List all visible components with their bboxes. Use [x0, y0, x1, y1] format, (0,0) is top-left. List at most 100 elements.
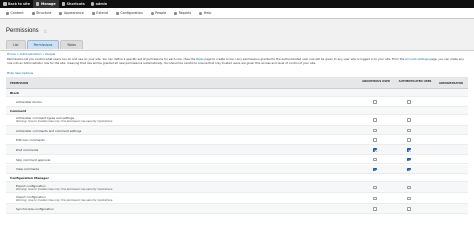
- checkbox-authenticated[interactable]: [407, 148, 411, 152]
- tray-label: Reports: [178, 11, 192, 15]
- checkbox-anonymous[interactable]: [373, 118, 377, 122]
- tray-label: Appearance: [63, 11, 84, 15]
- tray-label: People: [155, 11, 167, 15]
- column-header-authenticated: AUTHENTICATED USER: [398, 80, 432, 83]
- checkbox-anonymous[interactable]: [373, 185, 377, 190]
- tray-label: Structure: [36, 11, 52, 15]
- toolbar-manage[interactable]: Manage: [32, 0, 59, 8]
- toolbar-label: Shortcuts: [66, 2, 85, 6]
- back-arrow-icon: [3, 2, 7, 6]
- checkbox-anonymous[interactable]: [373, 196, 377, 201]
- tab-roles[interactable]: Roles: [60, 40, 83, 49]
- tray-item-help[interactable]: Help: [195, 11, 215, 15]
- page-header: Permissions ☆ List Permissions Roles: [0, 19, 474, 51]
- tray-item-extend[interactable]: Extend: [88, 11, 112, 15]
- permission-label: Skip comment approval: [16, 157, 51, 162]
- star-icon: [61, 2, 66, 6]
- module-row: Configuration Manager: [6, 174, 468, 183]
- checkbox-anonymous[interactable]: [373, 138, 377, 143]
- permission-row: Import configuration Warning: Give to tru…: [6, 193, 468, 205]
- checkbox-anonymous[interactable]: [373, 157, 377, 162]
- tray-label: Extend: [96, 11, 108, 15]
- account-settings-link[interactable]: Account settings: [405, 57, 428, 61]
- checkbox-anonymous[interactable]: [373, 148, 377, 152]
- toolbar-user[interactable]: admin: [88, 0, 111, 8]
- wrench-icon: [115, 11, 119, 15]
- checkbox-authenticated[interactable]: [407, 100, 411, 104]
- permission-row: Administer blocks: [6, 97, 468, 107]
- permission-row: Export configuration Warning: Give to tru…: [6, 182, 468, 194]
- permissions-table-header: PERMISSION ANONYMOUS USER AUTHENTICATED …: [6, 77, 468, 89]
- checkbox-authenticated[interactable]: [407, 157, 411, 162]
- checkbox-anonymous[interactable]: [373, 100, 377, 104]
- breadcrumb[interactable]: Home » Administration » People: [7, 52, 55, 56]
- permission-row: Administer comments and comment settings: [6, 125, 468, 136]
- tab-list[interactable]: List: [6, 40, 26, 49]
- tray-item-structure[interactable]: Structure: [28, 11, 56, 15]
- toolbar-label: Back to site: [8, 2, 30, 6]
- toolbar-shortcuts[interactable]: Shortcuts: [59, 0, 88, 8]
- admin-toolbar: Back to site Manage Shortcuts admin: [0, 0, 474, 8]
- toolbar-label: admin: [95, 2, 108, 6]
- checkbox-anonymous[interactable]: [373, 207, 377, 211]
- reports-icon: [174, 11, 178, 15]
- permission-row: Post comments: [6, 145, 468, 155]
- permission-label: Administer comments and comment settings: [16, 128, 82, 133]
- tray-label: Content: [10, 11, 24, 15]
- tab-permissions[interactable]: Permissions: [26, 40, 60, 49]
- checkbox-anonymous[interactable]: [373, 167, 377, 172]
- permission-row: Edit own comments: [6, 135, 468, 146]
- tray-item-content[interactable]: Content: [2, 11, 28, 15]
- checkbox-authenticated[interactable]: [407, 138, 411, 143]
- module-name: Configuration Manager: [10, 176, 49, 181]
- module-row: Comment: [6, 106, 468, 115]
- checkbox-authenticated[interactable]: [407, 185, 411, 190]
- checkbox-authenticated[interactable]: [407, 118, 411, 122]
- extend-icon: [91, 11, 95, 15]
- checkbox-authenticated[interactable]: [407, 207, 411, 211]
- permission-label: Post comments: [16, 147, 39, 152]
- page-title: Permissions: [6, 28, 39, 34]
- module-name: Comment: [10, 108, 27, 113]
- permission-label: Administer blocks: [16, 99, 42, 104]
- checkbox-authenticated[interactable]: [407, 128, 411, 133]
- hide-descriptions-link[interactable]: Hide descriptions: [7, 71, 33, 75]
- intro-text: Permissions let you control what users c…: [7, 57, 465, 65]
- toolbar-label: Manage: [40, 2, 56, 6]
- user-icon: [90, 2, 95, 6]
- column-header-permission: PERMISSION: [10, 81, 29, 85]
- permission-row: Skip comment approval: [6, 155, 468, 165]
- module-name: Block: [10, 91, 20, 95]
- tray-label: Configuration: [120, 11, 143, 15]
- permission-row: Synchronize configuration: [6, 204, 468, 214]
- toolbar-back-to-site[interactable]: Back to site: [0, 0, 33, 8]
- permission-label: View comments: [16, 167, 40, 172]
- admin-tray: Content Structure Appearance Extend Conf…: [0, 8, 474, 19]
- permission-row: Administer comment types and settings War…: [6, 115, 468, 126]
- module-row: Block: [6, 89, 468, 97]
- tray-item-people[interactable]: People: [147, 11, 170, 15]
- appearance-icon: [59, 11, 63, 15]
- help-icon: [199, 11, 203, 15]
- column-header-administrator: ADMINISTRATOR: [438, 81, 464, 85]
- permission-label: Synchronize configuration: [16, 207, 54, 212]
- permission-warning: Warning: Give to trusted roles only; thi…: [16, 120, 114, 124]
- permission-warning: Warning: Give to trusted roles only; thi…: [16, 187, 114, 191]
- checkbox-anonymous[interactable]: [373, 128, 377, 133]
- permission-warning: Warning: Give to trusted roles only; thi…: [16, 198, 114, 202]
- tray-item-appearance[interactable]: Appearance: [55, 11, 87, 15]
- permission-row: View comments: [6, 164, 468, 175]
- people-icon: [150, 11, 154, 15]
- content-icon: [6, 11, 9, 15]
- permission-label: Edit own comments: [16, 138, 45, 143]
- column-header-anonymous: ANONYMOUS USER: [362, 80, 390, 83]
- structure-icon: [31, 11, 35, 15]
- shortcut-star-icon[interactable]: ☆: [43, 29, 47, 35]
- tray-item-configuration[interactable]: Configuration: [112, 11, 147, 15]
- tray-item-reports[interactable]: Reports: [170, 11, 195, 15]
- tray-label: Help: [203, 11, 212, 15]
- checkbox-authenticated[interactable]: [407, 167, 411, 172]
- primary-tabs: List Permissions Roles: [6, 40, 83, 49]
- checkbox-authenticated[interactable]: [407, 196, 411, 201]
- menu-icon: [35, 2, 40, 6]
